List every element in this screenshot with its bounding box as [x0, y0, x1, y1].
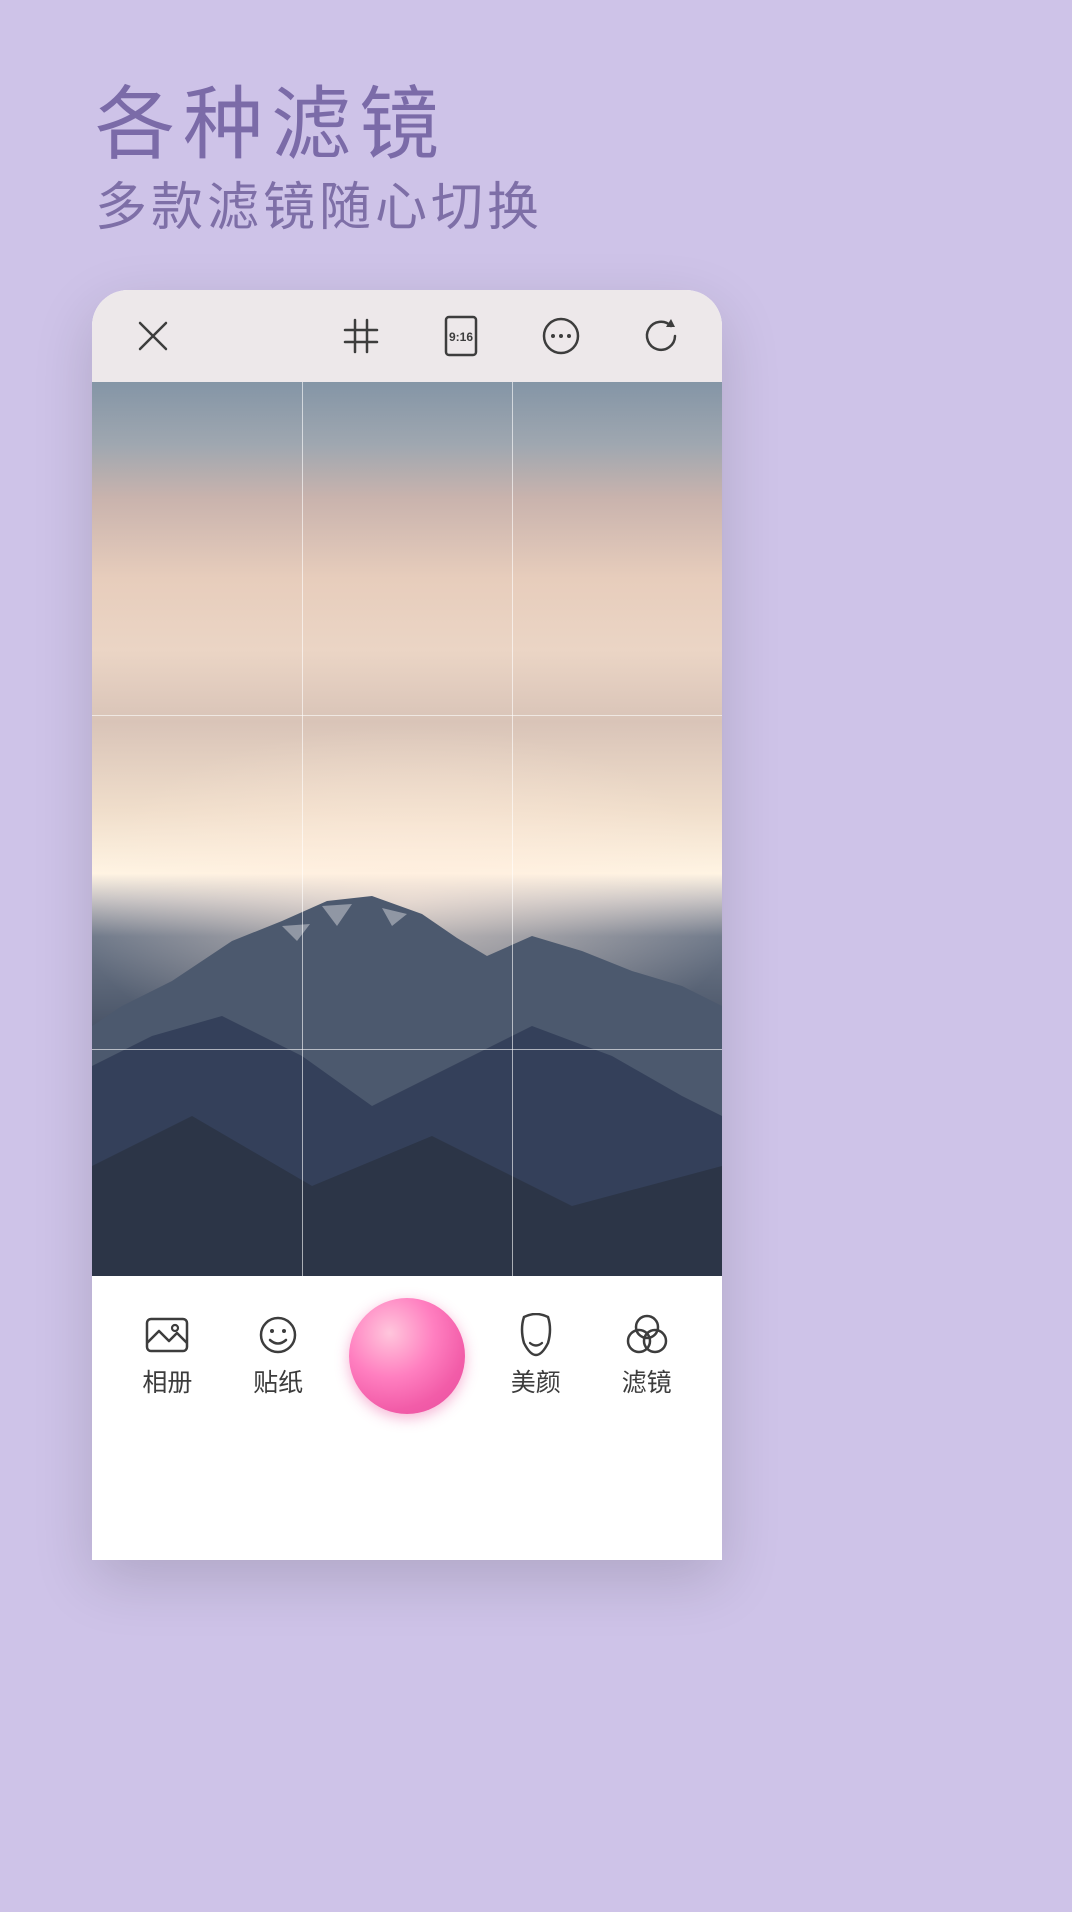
- sticker-label: 贴纸: [253, 1363, 303, 1399]
- gallery-icon: [145, 1317, 189, 1353]
- filter-button[interactable]: 滤镜: [607, 1313, 687, 1399]
- camera-flip-button[interactable]: [626, 301, 696, 371]
- aspect-ratio-icon: 9:16: [444, 315, 478, 357]
- close-icon: [136, 319, 170, 353]
- camera-flip-icon: [641, 316, 681, 356]
- gallery-label: 相册: [142, 1363, 192, 1399]
- smile-icon: [258, 1315, 298, 1355]
- promo-subtitle: 多款滤镜随心切换: [95, 165, 543, 240]
- beauty-label: 美颜: [511, 1363, 561, 1399]
- shutter-button[interactable]: [349, 1298, 465, 1414]
- face-icon: [516, 1313, 556, 1357]
- grid-icon: [343, 318, 379, 354]
- camera-viewfinder[interactable]: [92, 382, 722, 1276]
- overlap-circles-icon: [625, 1314, 669, 1356]
- gallery-button[interactable]: 相册: [127, 1313, 207, 1399]
- bottom-bar: 相册 贴纸 美颜: [92, 1276, 722, 1436]
- promo-title: 各种滤镜: [95, 60, 447, 176]
- camera-app: 9:16: [92, 290, 722, 1560]
- grid-toggle-button[interactable]: [326, 301, 396, 371]
- beauty-button[interactable]: 美颜: [496, 1313, 576, 1399]
- aspect-ratio-button[interactable]: 9:16: [426, 301, 496, 371]
- close-button[interactable]: [118, 301, 188, 371]
- svg-text:9:16: 9:16: [449, 330, 473, 344]
- sticker-button[interactable]: 贴纸: [238, 1313, 318, 1399]
- more-button[interactable]: [526, 301, 596, 371]
- composition-grid: [92, 382, 722, 1276]
- filter-label: 滤镜: [622, 1363, 672, 1399]
- more-icon: [541, 316, 581, 356]
- top-bar: 9:16: [92, 290, 722, 382]
